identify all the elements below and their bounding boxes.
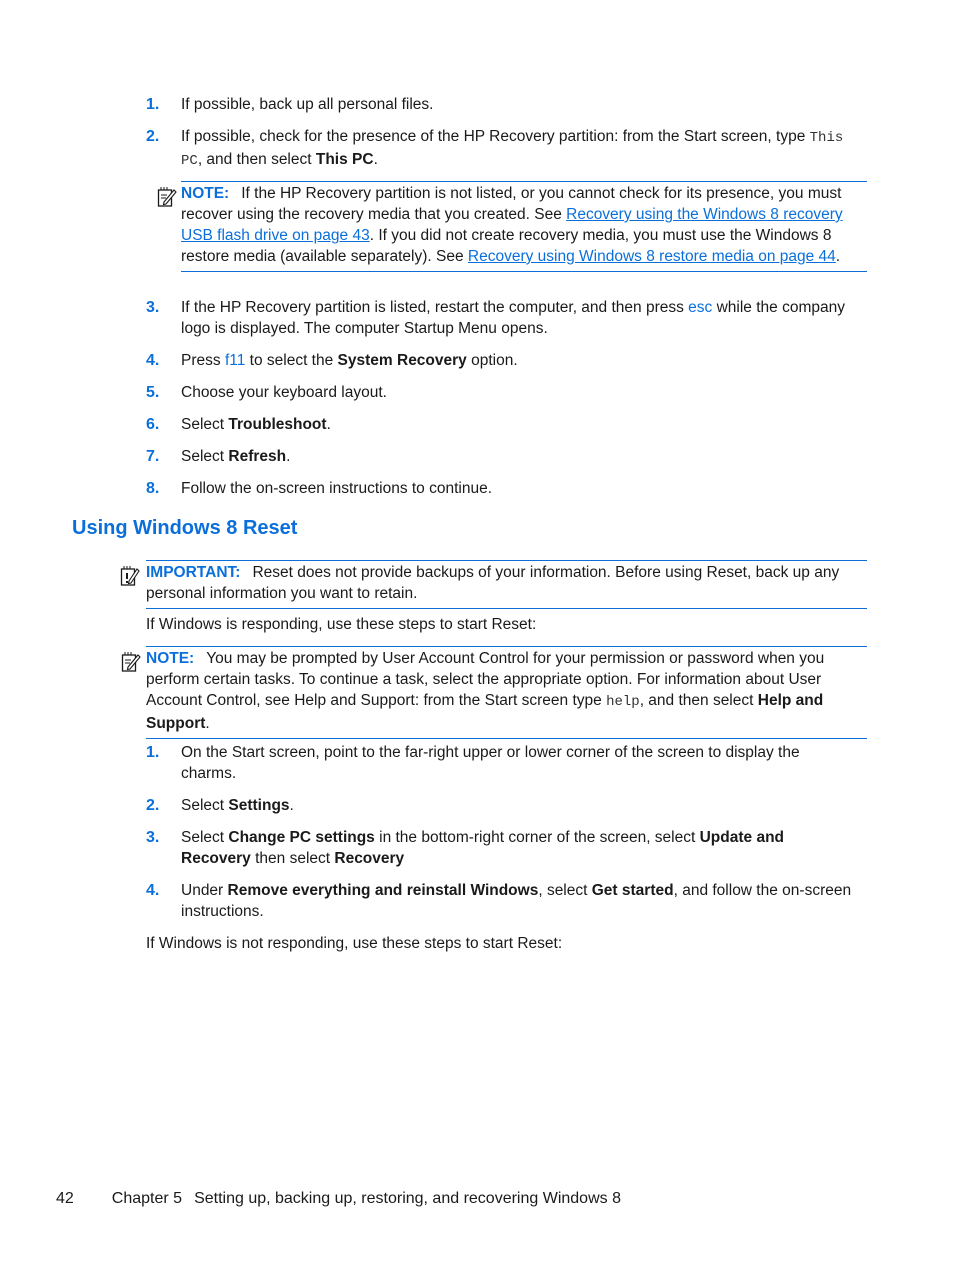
ui-term: Recovery	[334, 850, 405, 867]
text-run: Press	[181, 352, 225, 369]
step-text: Under Remove everything and reinstall Wi…	[181, 880, 856, 922]
page-number: 42	[56, 1190, 74, 1207]
step-text: Select Settings.	[181, 795, 856, 816]
step-item: 3. Select Change PC settings in the bott…	[146, 827, 856, 869]
step-text: Press f11 to select the System Recovery …	[181, 350, 856, 371]
step-item: 1. On the Start screen, point to the far…	[146, 742, 856, 784]
note-label: NOTE:	[146, 650, 195, 667]
note-text: You may be prompted by User Account Cont…	[146, 650, 824, 732]
important-text: Reset does not provide backups of your i…	[146, 564, 840, 602]
step-text: Select Troubleshoot.	[181, 414, 856, 435]
text-run: , select	[538, 882, 592, 899]
text-run: Under	[181, 882, 228, 899]
text-run: .	[289, 797, 294, 814]
important-pencil-icon	[120, 566, 140, 586]
text-run: Choose your keyboard layout.	[181, 384, 387, 401]
text-run: Select	[181, 448, 229, 465]
step-item: 5. Choose your keyboard layout.	[146, 382, 856, 403]
text-run: If possible, back up all personal files.	[181, 96, 434, 113]
step-item: 8. Follow the on-screen instructions to …	[146, 478, 856, 499]
note-pencil-icon	[121, 652, 141, 672]
ui-term: Settings	[228, 797, 290, 814]
intro-paragraph: If Windows is not responding, use these …	[146, 935, 563, 952]
ui-term: Refresh	[228, 448, 287, 465]
step-number: 2.	[146, 128, 160, 145]
ui-term: Troubleshoot	[228, 416, 327, 433]
ui-term: This PC	[315, 151, 374, 168]
note-callout: NOTE: You may be prompted by User Account…	[146, 646, 867, 739]
intro-paragraph: If Windows is responding, use these step…	[146, 616, 537, 633]
chapter-title: Setting up, backing up, restoring, and r…	[194, 1190, 621, 1207]
section-heading: Using Windows 8 Reset	[72, 517, 298, 539]
step-number: 8.	[146, 480, 160, 497]
text-run: option.	[466, 352, 518, 369]
text-run: , and then select	[639, 692, 758, 709]
step-number: 6.	[146, 416, 160, 433]
step-number: 3.	[146, 829, 160, 846]
step-text: Select Refresh.	[181, 446, 856, 467]
step-text: On the Start screen, point to the far-ri…	[181, 742, 856, 784]
step-text: If the HP Recovery partition is listed, …	[181, 297, 856, 339]
step-number: 4.	[146, 882, 160, 899]
step-text: If possible, back up all personal files.	[181, 94, 856, 115]
step-item: 2. If possible, check for the presence o…	[146, 126, 856, 172]
note-text: If the HP Recovery partition is not list…	[181, 185, 843, 265]
important-callout: IMPORTANT: Reset does not provide backups…	[146, 560, 867, 609]
note-label: NOTE:	[181, 185, 230, 202]
text-run: , and then select	[197, 151, 316, 168]
text-run: then select	[250, 850, 335, 867]
step-number: 5.	[146, 384, 160, 401]
important-label: IMPORTANT:	[146, 564, 241, 581]
text-run: .	[205, 715, 210, 732]
step-text: Choose your keyboard layout.	[181, 382, 856, 403]
step-item: 2. Select Settings.	[146, 795, 856, 816]
step-item: 6. Select Troubleshoot.	[146, 414, 856, 435]
step-number: 3.	[146, 299, 160, 316]
ui-term: Get started	[591, 882, 674, 899]
step-number: 1.	[146, 96, 160, 113]
chapter-label: Chapter 5	[111, 1190, 183, 1207]
note-pencil-icon	[157, 187, 177, 207]
document-page: 1. If possible, back up all personal fil…	[0, 0, 954, 1270]
key-name: f11	[224, 352, 246, 369]
ui-term: Remove everything and reinstall Windows	[227, 882, 539, 899]
text-run: If possible, check for the presence of t…	[181, 128, 810, 145]
ui-term: Change PC settings	[228, 829, 375, 846]
ui-term: System Recovery	[337, 352, 467, 369]
text-run: in the bottom-right corner of the screen…	[374, 829, 700, 846]
text-run: Follow the on-screen instructions to con…	[181, 480, 493, 497]
text-run: Select	[181, 829, 229, 846]
text-run: .	[835, 248, 841, 265]
note-callout: NOTE: If the HP Recovery partition is not…	[181, 181, 867, 272]
step-number: 7.	[146, 448, 160, 465]
step-item: 1. If possible, back up all personal fil…	[146, 94, 856, 115]
step-number: 2.	[146, 797, 160, 814]
text-run: Select	[181, 416, 229, 433]
step-item: 4. Press f11 to select the System Recove…	[146, 350, 856, 371]
step-number: 4.	[146, 352, 160, 369]
step-text: Select Change PC settings in the bottom-…	[181, 827, 856, 869]
cross-reference-link[interactable]: Recovery using Windows 8 restore media o…	[468, 248, 836, 265]
text-run: .	[286, 448, 291, 465]
text-run: If the HP Recovery partition is listed, …	[181, 299, 689, 316]
text-run: .	[373, 151, 378, 168]
page-footer: 42 Chapter 5 Setting up, backing up, resto…	[56, 1188, 621, 1209]
step-item: 4. Under Remove everything and reinstall…	[146, 880, 856, 922]
text-run: On the Start screen, point to the far-ri…	[181, 744, 800, 782]
text-run: Select	[181, 797, 229, 814]
text-run: .	[326, 416, 331, 433]
key-name: esc	[688, 299, 713, 316]
step-item: 3. If the HP Recovery partition is liste…	[146, 297, 856, 339]
step-number: 1.	[146, 744, 160, 761]
typed-command: help	[606, 694, 640, 710]
step-text: If possible, check for the presence of t…	[181, 126, 856, 172]
step-text: Follow the on-screen instructions to con…	[181, 478, 856, 499]
text-run: to select the	[245, 352, 338, 369]
step-item: 7. Select Refresh.	[146, 446, 856, 467]
